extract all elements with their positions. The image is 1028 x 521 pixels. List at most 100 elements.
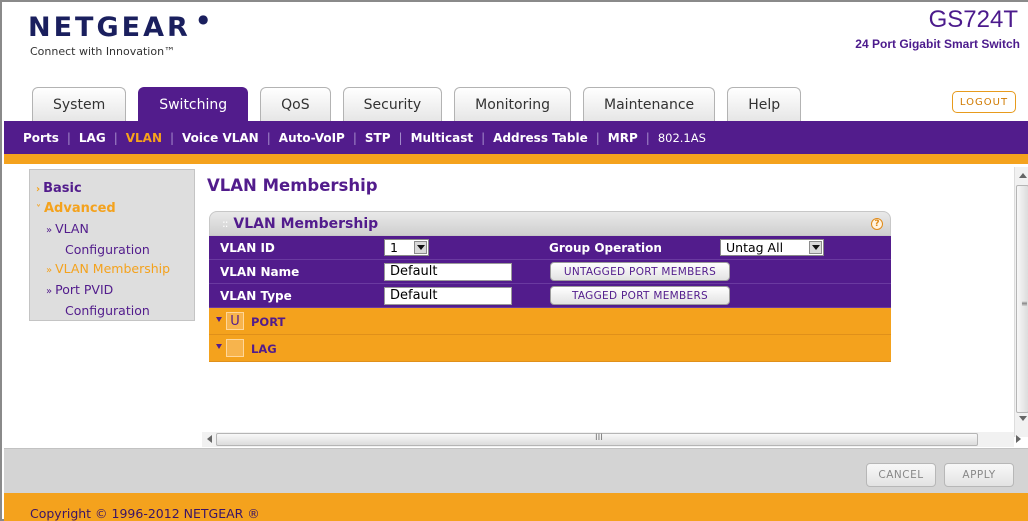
double-chevron-icon: » <box>46 225 53 236</box>
horizontal-scroll-thumb[interactable]: III <box>216 433 978 446</box>
drag-handle-icon: :: <box>222 217 229 230</box>
action-bar: CANCEL APPLY <box>4 448 1028 493</box>
orange-band <box>4 154 1028 164</box>
panel-title: VLAN Membership <box>233 215 379 232</box>
tagged-port-members-button[interactable]: TAGGED PORT MEMBERS <box>550 286 730 305</box>
grip-icon: ≡ <box>1021 299 1028 308</box>
vlan-type-label: VLAN Type <box>220 289 292 303</box>
chevron-right-icon: › <box>36 184 41 195</box>
port-membership-badge[interactable]: U <box>226 312 244 330</box>
subnav-address-table[interactable]: Address Table <box>493 131 588 145</box>
subnav-stp[interactable]: STP <box>365 131 391 145</box>
model-description: 24 Port Gigabit Smart Switch <box>855 37 1020 51</box>
main-tabs: System Switching QoS Security Monitoring… <box>32 87 813 121</box>
lag-membership-badge[interactable] <box>226 339 244 357</box>
scroll-right-icon[interactable] <box>1016 435 1021 443</box>
group-operation-value: Untag All <box>726 240 784 255</box>
app-window: NETGEAR ● Connect with Innovation™ GS724… <box>0 0 1028 521</box>
scroll-left-icon[interactable] <box>207 435 212 443</box>
help-icon[interactable]: ? <box>871 218 883 230</box>
port-row-label: PORT <box>251 315 286 329</box>
subnav-divider: | <box>170 130 175 145</box>
leftnav-item-label: Port PVID <box>55 282 114 297</box>
chevron-down-icon: ˅ <box>36 204 41 215</box>
logo-registered-dot: ● <box>198 12 209 26</box>
subnav-ports[interactable]: Ports <box>23 131 59 145</box>
chevron-down-icon <box>414 241 427 254</box>
lag-row-label: LAG <box>251 342 277 356</box>
grip-icon: III <box>595 433 603 443</box>
double-chevron-icon: » <box>46 265 53 276</box>
vlan-name-field[interactable]: Default <box>384 263 512 281</box>
subnav-divider: | <box>645 130 650 145</box>
vertical-scroll-thumb[interactable]: ≡ <box>1016 185 1028 413</box>
subnav-divider: | <box>481 130 486 145</box>
tab-system[interactable]: System <box>32 87 127 121</box>
left-navigation: › Basic ˅ Advanced » VLAN Configuration » VL… <box>29 169 195 321</box>
leftnav-item-label-cont[interactable]: Configuration <box>36 301 194 320</box>
cancel-button[interactable]: CANCEL <box>866 463 936 487</box>
subnav-lag[interactable]: LAG <box>79 131 106 145</box>
leftnav-advanced-label: Advanced <box>44 201 116 216</box>
vlan-id-value: 1 <box>390 240 398 255</box>
leftnav-item-vlan-configuration[interactable]: » VLAN <box>36 219 194 240</box>
port-expand-row[interactable]: U PORT <box>209 308 891 335</box>
subnav-divider: | <box>595 130 600 145</box>
horizontal-scrollbar[interactable]: III <box>202 432 1021 447</box>
netgear-logo: NETGEAR <box>28 12 191 43</box>
caret-down-icon <box>216 317 222 322</box>
scroll-down-icon[interactable] <box>1019 416 1027 421</box>
leftnav-item-label: VLAN <box>55 221 89 236</box>
lag-expand-row[interactable]: LAG <box>209 335 891 362</box>
group-operation-select[interactable]: Untag All <box>720 239 824 256</box>
tab-switching[interactable]: Switching <box>138 87 249 121</box>
scroll-up-icon[interactable] <box>1019 173 1027 178</box>
vlan-name-label: VLAN Name <box>220 265 300 279</box>
subnav-divider: | <box>398 130 403 145</box>
chevron-down-icon <box>809 241 822 254</box>
logo-tagline: Connect with Innovation™ <box>30 45 176 58</box>
vlan-id-label: VLAN ID <box>220 241 275 255</box>
subnav-divider: | <box>352 130 357 145</box>
subnav-divider: | <box>66 130 71 145</box>
tab-security[interactable]: Security <box>342 87 443 121</box>
vlan-id-select[interactable]: 1 <box>384 239 429 256</box>
vlan-type-field: Default <box>384 287 512 305</box>
leftnav-item-label: VLAN Membership <box>55 261 171 276</box>
panel-header: :: VLAN Membership ? <box>209 211 891 236</box>
untagged-port-members-button[interactable]: UNTAGGED PORT MEMBERS <box>550 262 730 281</box>
apply-button[interactable]: APPLY <box>944 463 1014 487</box>
subnav-mrp[interactable]: MRP <box>608 131 638 145</box>
leftnav-item-port-pvid[interactable]: » Port PVID <box>36 280 194 301</box>
vlan-id-row: VLAN ID 1 Group Operation Untag All <box>209 236 891 260</box>
page-title: VLAN Membership <box>207 176 378 195</box>
double-chevron-icon: » <box>46 286 53 297</box>
sub-navigation: Ports | LAG | VLAN | Voice VLAN | Auto-V… <box>4 121 1028 154</box>
model-name: GS724T <box>928 6 1018 33</box>
leftnav-basic[interactable]: › Basic <box>36 179 194 199</box>
leftnav-basic-label: Basic <box>43 181 82 196</box>
vlan-membership-panel: :: VLAN Membership ? VLAN ID 1 Group Ope… <box>209 211 891 362</box>
leftnav-item-vlan-membership[interactable]: » VLAN Membership <box>36 259 194 280</box>
group-operation-label: Group Operation <box>549 241 662 255</box>
tab-qos[interactable]: QoS <box>260 87 331 121</box>
tab-monitoring[interactable]: Monitoring <box>454 87 572 121</box>
tab-help[interactable]: Help <box>727 87 802 121</box>
leftnav-item-label-cont[interactable]: Configuration <box>36 240 194 259</box>
subnav-divider: | <box>113 130 118 145</box>
subnav-divider: | <box>266 130 271 145</box>
vlan-name-row: VLAN Name Default UNTAGGED PORT MEMBERS <box>209 260 891 284</box>
vlan-type-row: VLAN Type Default TAGGED PORT MEMBERS <box>209 284 891 308</box>
subnav-8021as[interactable]: 802.1AS <box>658 131 706 145</box>
leftnav-advanced[interactable]: ˅ Advanced <box>36 199 194 219</box>
copyright-text: Copyright © 1996-2012 NETGEAR ® <box>30 506 260 521</box>
subnav-voice-vlan[interactable]: Voice VLAN <box>182 131 259 145</box>
subnav-multicast[interactable]: Multicast <box>411 131 474 145</box>
subnav-vlan[interactable]: VLAN <box>126 131 162 145</box>
footer: Copyright © 1996-2012 NETGEAR ® <box>4 493 1028 521</box>
caret-down-icon <box>216 344 222 349</box>
tab-maintenance[interactable]: Maintenance <box>583 87 716 121</box>
subnav-auto-voip[interactable]: Auto-VoIP <box>279 131 345 145</box>
logout-button[interactable]: LOGOUT <box>952 91 1016 113</box>
vertical-scrollbar[interactable]: ≡ <box>1014 167 1028 437</box>
